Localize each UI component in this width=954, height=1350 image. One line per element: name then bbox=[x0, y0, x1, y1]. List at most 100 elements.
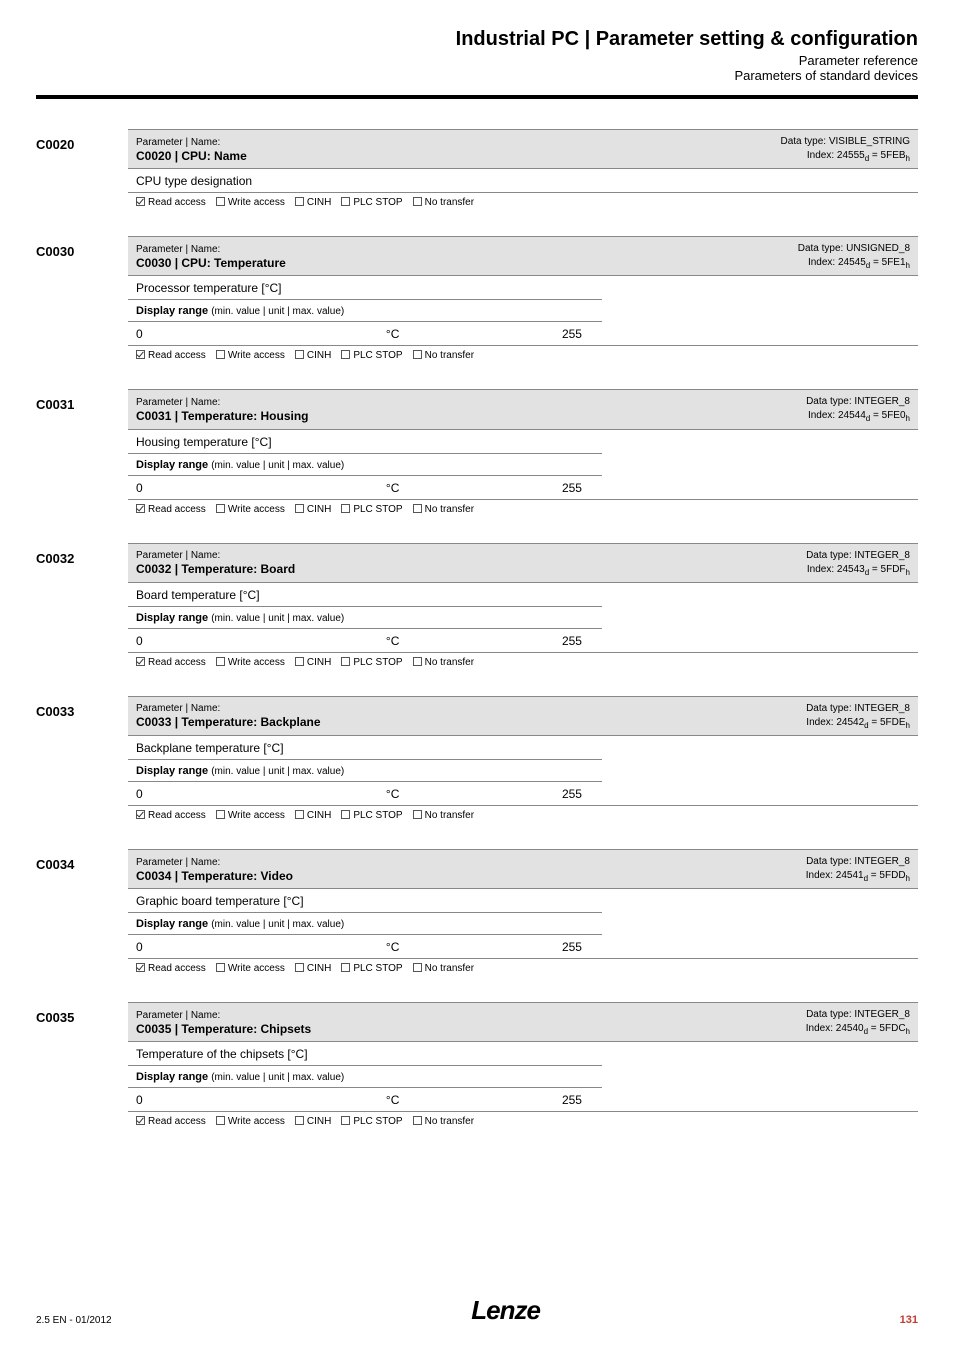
access-flags: Read accessWrite accessCINHPLC STOPNo tr… bbox=[128, 193, 918, 213]
param-name-cell: Parameter | Name:C0033 | Temperature: Ba… bbox=[128, 696, 602, 735]
page-header: Industrial PC | Parameter setting & conf… bbox=[0, 0, 954, 109]
checkbox-icon bbox=[136, 197, 145, 206]
param-table: Parameter | Name:C0031 | Temperature: Ho… bbox=[128, 389, 918, 518]
checkbox-icon bbox=[413, 963, 422, 972]
checkbox-icon bbox=[295, 350, 304, 359]
param-index: Index: 24540d = 5FDCh bbox=[806, 1023, 910, 1034]
range-max: 255 bbox=[460, 935, 602, 959]
range-max: 255 bbox=[460, 1088, 602, 1112]
param-name-label: Parameter | Name: bbox=[136, 244, 594, 255]
flag-cinh: CINH bbox=[295, 657, 331, 668]
access-flags: Read accessWrite accessCINHPLC STOPNo tr… bbox=[128, 499, 918, 519]
access-flags: Read accessWrite accessCINHPLC STOPNo tr… bbox=[128, 959, 918, 979]
checkbox-icon bbox=[295, 1116, 304, 1125]
checkbox-icon bbox=[295, 504, 304, 513]
display-range-header: Display range (min. value | unit | max. … bbox=[128, 453, 602, 475]
access-flags: Read accessWrite accessCINHPLC STOPNo tr… bbox=[128, 652, 918, 672]
flag-write-access: Write access bbox=[216, 350, 285, 361]
blank-cell bbox=[602, 781, 918, 805]
checkbox-icon bbox=[413, 1116, 422, 1125]
checkbox-icon bbox=[216, 963, 225, 972]
blank-cell bbox=[602, 628, 918, 652]
checkbox-icon bbox=[341, 504, 350, 513]
param-name-cell: Parameter | Name:C0031 | Temperature: Ho… bbox=[128, 390, 602, 429]
param-name-cell: Parameter | Name:C0020 | CPU: Name bbox=[128, 130, 602, 169]
blank-cell bbox=[602, 606, 918, 628]
checkbox-icon bbox=[413, 657, 422, 666]
checkbox-icon bbox=[413, 504, 422, 513]
param-table: Parameter | Name:C0020 | CPU: NameData t… bbox=[128, 129, 918, 212]
flag-read-access: Read access bbox=[136, 810, 206, 821]
param-table-wrapper: Parameter | Name:C0031 | Temperature: Ho… bbox=[128, 389, 918, 518]
range-unit: °C bbox=[326, 628, 460, 652]
param-table: Parameter | Name:C0033 | Temperature: Ba… bbox=[128, 696, 918, 825]
blank-cell bbox=[602, 1088, 918, 1112]
flag-cinh: CINH bbox=[295, 197, 331, 208]
range-min: 0 bbox=[128, 935, 326, 959]
param-block: C0020Parameter | Name:C0020 | CPU: NameD… bbox=[36, 129, 918, 212]
param-meta-cell: Data type: INTEGER_8Index: 24541d = 5FDD… bbox=[602, 849, 918, 888]
access-flags: Read accessWrite accessCINHPLC STOPNo tr… bbox=[128, 346, 918, 366]
access-flags: Read accessWrite accessCINHPLC STOPNo tr… bbox=[128, 805, 918, 825]
blank-cell bbox=[602, 453, 918, 475]
footer-left: 2.5 EN - 01/2012 bbox=[36, 1315, 112, 1326]
checkbox-icon bbox=[413, 350, 422, 359]
param-name-cell: Parameter | Name:C0032 | Temperature: Bo… bbox=[128, 543, 602, 582]
flag-plc-stop: PLC STOP bbox=[341, 350, 402, 361]
range-max: 255 bbox=[460, 322, 602, 346]
param-table-wrapper: Parameter | Name:C0020 | CPU: NameData t… bbox=[128, 129, 918, 212]
param-index: Index: 24541d = 5FDDh bbox=[806, 870, 910, 881]
range-unit: °C bbox=[326, 1088, 460, 1112]
blank-cell bbox=[602, 935, 918, 959]
flag-plc-stop: PLC STOP bbox=[341, 963, 402, 974]
checkbox-icon bbox=[341, 1116, 350, 1125]
param-code: C0020 bbox=[36, 129, 128, 212]
param-index: Index: 24544d = 5FE0h bbox=[808, 410, 910, 421]
range-min: 0 bbox=[128, 781, 326, 805]
flag-no-transfer: No transfer bbox=[413, 1116, 474, 1127]
display-range-header: Display range (min. value | unit | max. … bbox=[128, 300, 602, 322]
checkbox-icon bbox=[136, 504, 145, 513]
checkbox-icon bbox=[136, 657, 145, 666]
param-table: Parameter | Name:C0032 | Temperature: Bo… bbox=[128, 543, 918, 672]
param-table-wrapper: Parameter | Name:C0032 | Temperature: Bo… bbox=[128, 543, 918, 672]
flag-no-transfer: No transfer bbox=[413, 963, 474, 974]
param-name-value: C0035 | Temperature: Chipsets bbox=[136, 1022, 311, 1036]
content-area: C0020Parameter | Name:C0020 | CPU: NameD… bbox=[0, 109, 954, 1131]
flag-cinh: CINH bbox=[295, 963, 331, 974]
checkbox-icon bbox=[216, 810, 225, 819]
param-description: Board temperature [°C] bbox=[128, 582, 918, 606]
flag-write-access: Write access bbox=[216, 197, 285, 208]
param-table: Parameter | Name:C0030 | CPU: Temperatur… bbox=[128, 236, 918, 365]
flag-cinh: CINH bbox=[295, 1116, 331, 1127]
param-description: CPU type designation bbox=[128, 169, 918, 193]
param-datatype: Data type: INTEGER_8 bbox=[806, 396, 910, 407]
range-unit: °C bbox=[326, 322, 460, 346]
flag-write-access: Write access bbox=[216, 810, 285, 821]
checkbox-icon bbox=[216, 504, 225, 513]
param-index: Index: 24545d = 5FE1h bbox=[808, 257, 910, 268]
param-name-value: C0031 | Temperature: Housing bbox=[136, 409, 309, 423]
param-meta-cell: Data type: INTEGER_8Index: 24543d = 5FDF… bbox=[602, 543, 918, 582]
param-code: C0034 bbox=[36, 849, 128, 978]
flag-no-transfer: No transfer bbox=[413, 657, 474, 668]
param-name-cell: Parameter | Name:C0035 | Temperature: Ch… bbox=[128, 1003, 602, 1042]
param-block: C0033Parameter | Name:C0033 | Temperatur… bbox=[36, 696, 918, 825]
param-table: Parameter | Name:C0035 | Temperature: Ch… bbox=[128, 1002, 918, 1131]
param-name-value: C0030 | CPU: Temperature bbox=[136, 256, 286, 270]
param-meta-cell: Data type: INTEGER_8Index: 24542d = 5FDE… bbox=[602, 696, 918, 735]
page-subtitle-1: Parameter reference bbox=[36, 53, 918, 68]
checkbox-icon bbox=[295, 197, 304, 206]
checkbox-icon bbox=[341, 963, 350, 972]
param-datatype: Data type: INTEGER_8 bbox=[806, 550, 910, 561]
checkbox-icon bbox=[136, 963, 145, 972]
flag-cinh: CINH bbox=[295, 810, 331, 821]
param-code: C0033 bbox=[36, 696, 128, 825]
blank-cell bbox=[602, 1066, 918, 1088]
flag-plc-stop: PLC STOP bbox=[341, 657, 402, 668]
param-name-label: Parameter | Name: bbox=[136, 703, 594, 714]
flag-no-transfer: No transfer bbox=[413, 810, 474, 821]
param-name-label: Parameter | Name: bbox=[136, 137, 594, 148]
param-code: C0031 bbox=[36, 389, 128, 518]
flag-no-transfer: No transfer bbox=[413, 197, 474, 208]
